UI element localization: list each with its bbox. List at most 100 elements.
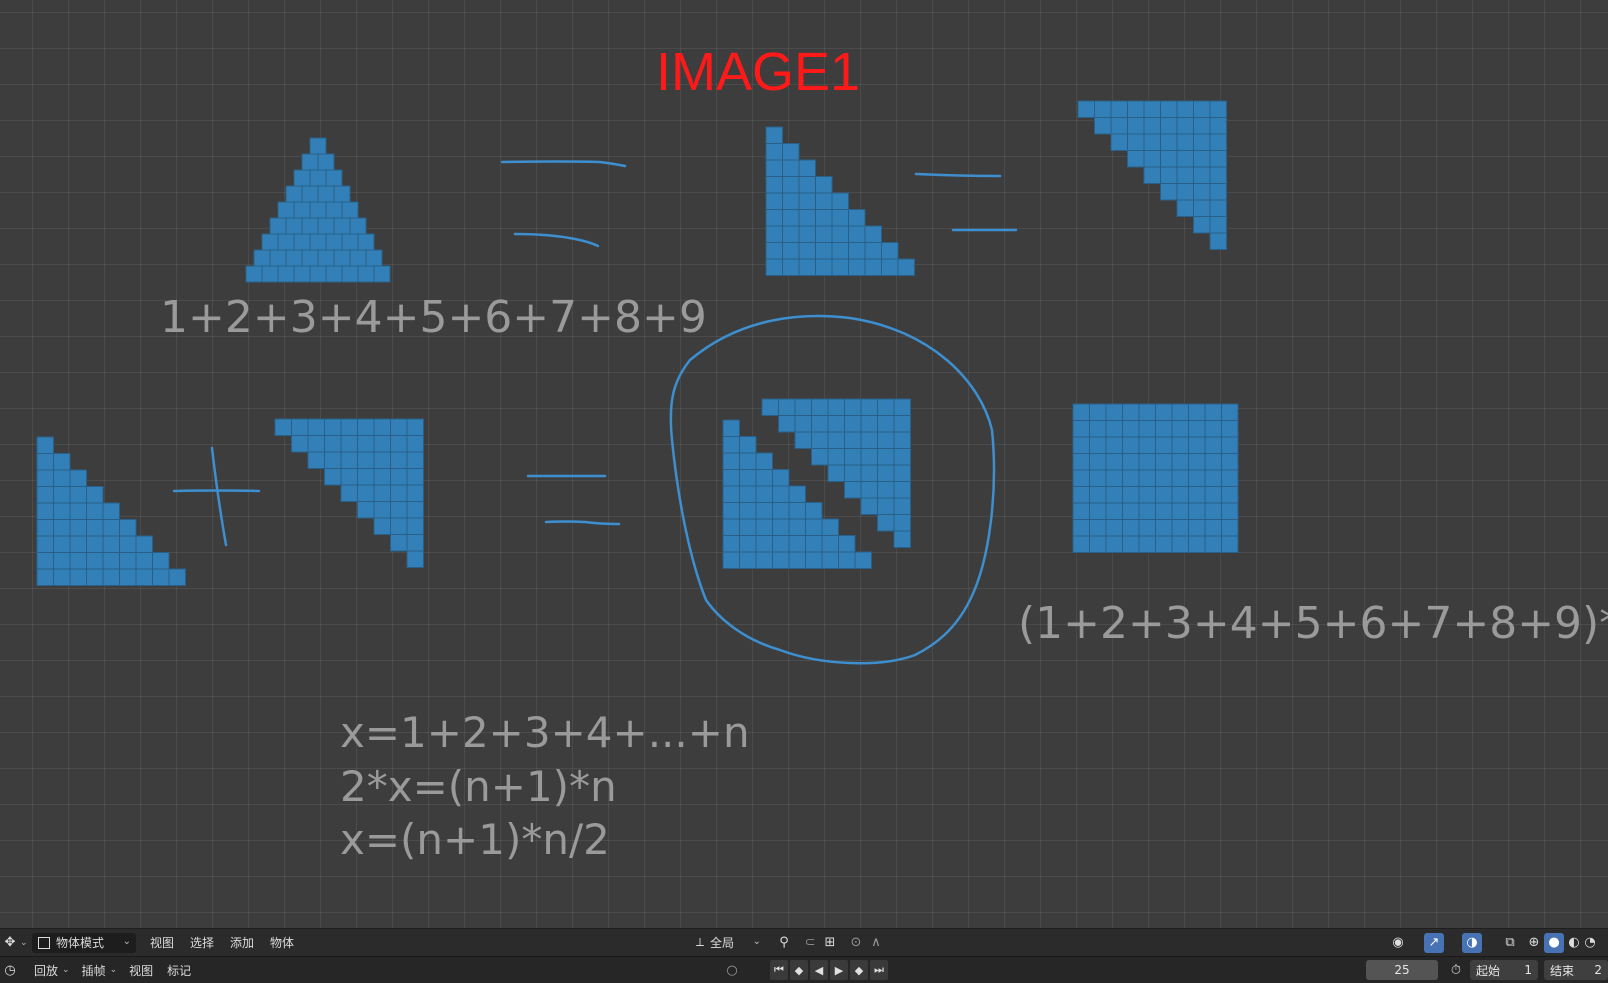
block-cell (1221, 502, 1239, 520)
jump-start-icon[interactable]: ⏮ (770, 960, 788, 980)
block-cell (893, 514, 911, 532)
wireframe-shading-icon[interactable]: ⊕ (1524, 933, 1544, 953)
block-cell (357, 501, 375, 519)
block-cell (815, 225, 833, 243)
prev-keyframe-icon[interactable]: ◆ (790, 960, 808, 980)
jump-end-icon[interactable]: ⏭ (870, 960, 888, 980)
block-cell (357, 468, 375, 486)
block-cell (772, 502, 790, 520)
mode-dropdown[interactable]: 物体模式 ⌄ (32, 932, 136, 953)
cursor-tool-dropdown[interactable]: ✥ ⌄ (0, 932, 28, 954)
pivot-icon[interactable]: ⚲ (774, 933, 794, 953)
block-cell (293, 265, 311, 283)
block-cell (838, 535, 856, 553)
block-cell (317, 217, 335, 235)
block-cell (1188, 436, 1206, 454)
start-label: 起始 (1476, 963, 1501, 978)
block-cell (848, 258, 866, 276)
block-cell (1193, 216, 1211, 234)
block-cell (309, 201, 327, 219)
block-cell (1171, 486, 1189, 504)
rendered-shading-icon[interactable]: ◔ (1584, 933, 1596, 953)
3d-viewport[interactable]: IMAGE1 1+2+3+4+5+6+7+8+9 (1+2+3+4+5+6+7+… (0, 0, 1608, 928)
block-cell (36, 568, 54, 586)
visibility-icon[interactable]: ◉ (1388, 933, 1408, 953)
right-triangle-block-shape-top (765, 126, 915, 276)
block-cell (406, 484, 424, 502)
timeline-view-menu[interactable]: 视图 (125, 962, 157, 979)
block-cell (877, 431, 895, 449)
block-cell (1122, 535, 1140, 553)
play-icon[interactable]: ▶ (830, 960, 848, 980)
snap-increment-icon[interactable]: ⊞ (820, 933, 840, 953)
falloff-icon[interactable]: ∧ (866, 933, 886, 953)
block-cell (722, 518, 740, 536)
timeline-header: ◷ 回放 ⌄ 插帧 ⌄ 视图 标记 ○ ⏮ ◆ ◀ ▶ ◆ ⏭ 25 ⏱ 起始 1 … (0, 956, 1608, 983)
block-cell (152, 552, 170, 570)
block-cell (722, 535, 740, 553)
block-cell (69, 469, 87, 487)
marker-menu[interactable]: 标记 (163, 962, 195, 979)
block-cell (325, 169, 343, 187)
block-cell (772, 469, 790, 487)
block-cell (1089, 453, 1107, 471)
block-cell (881, 258, 899, 276)
menu-view[interactable]: 视图 (146, 934, 178, 951)
solid-shading-icon[interactable]: ● (1544, 932, 1564, 953)
block-cell (811, 398, 829, 416)
block-cell (1209, 117, 1227, 135)
gizmo-icon[interactable]: ↗ (1424, 932, 1444, 953)
block-cell (102, 552, 120, 570)
playback-menu[interactable]: 回放 (30, 962, 62, 979)
material-shading-icon[interactable]: ◐ (1564, 933, 1584, 953)
current-frame-field[interactable]: 25 (1366, 960, 1438, 980)
snap-icon[interactable]: ⊂ (800, 933, 820, 953)
proportional-edit-icon[interactable]: ⊙ (846, 933, 866, 953)
overlay-icon[interactable]: ◑ (1462, 932, 1482, 953)
block-cell (1204, 502, 1222, 520)
block-cell (1105, 486, 1123, 504)
menu-add[interactable]: 添加 (226, 934, 258, 951)
block-cell (406, 550, 424, 568)
equals-sign-3-bottom (544, 520, 621, 526)
block-cell (1160, 133, 1178, 151)
menu-object[interactable]: 物体 (266, 934, 298, 951)
viewport-header: ✥ ⌄ 物体模式 ⌄ 视图 选择 添加 物体 ⟂ 全局 ⌄ ⚲ ⊂ ⊞ ⊙ ∧ ◉… (0, 928, 1608, 956)
block-cell (317, 185, 335, 203)
clock-icon[interactable]: ⏱ (1446, 960, 1466, 980)
block-cell (1193, 166, 1211, 184)
right-triangle-block-shape-left (36, 436, 186, 586)
block-cell (340, 484, 358, 502)
block-cell (325, 233, 343, 251)
menu-select[interactable]: 选择 (186, 934, 218, 951)
block-cell (1089, 403, 1107, 421)
block-cell (168, 568, 186, 586)
start-frame-field[interactable]: 起始 1 (1470, 960, 1538, 980)
block-cell (805, 551, 823, 569)
block-cell (1221, 403, 1239, 421)
block-cell (53, 568, 71, 586)
block-cell (1221, 420, 1239, 438)
block-cell (798, 176, 816, 194)
block-cell (373, 435, 391, 453)
play-reverse-icon[interactable]: ◀ (810, 960, 828, 980)
end-frame-field[interactable]: 结束 2 (1544, 960, 1608, 980)
auto-keying-icon[interactable]: ○ (722, 960, 742, 980)
block-cell (1193, 133, 1211, 151)
editor-type-icon[interactable]: ◷ (0, 960, 20, 980)
object-mode-icon (38, 936, 50, 949)
keying-menu[interactable]: 插帧 (78, 962, 110, 979)
block-cell (1176, 199, 1194, 217)
orientation-dropdown[interactable]: ⟂ 全局 ⌄ (690, 933, 766, 953)
block-cell (739, 452, 757, 470)
block-cell (36, 436, 54, 454)
block-cell (739, 436, 757, 454)
block-cell (761, 398, 779, 416)
block-cell (53, 552, 71, 570)
block-cell (1110, 100, 1128, 118)
block-cell (261, 265, 279, 283)
block-cell (844, 448, 862, 466)
next-keyframe-icon[interactable]: ◆ (850, 960, 868, 980)
block-cell (1176, 117, 1194, 135)
xray-icon[interactable]: ⧉ (1500, 933, 1520, 953)
